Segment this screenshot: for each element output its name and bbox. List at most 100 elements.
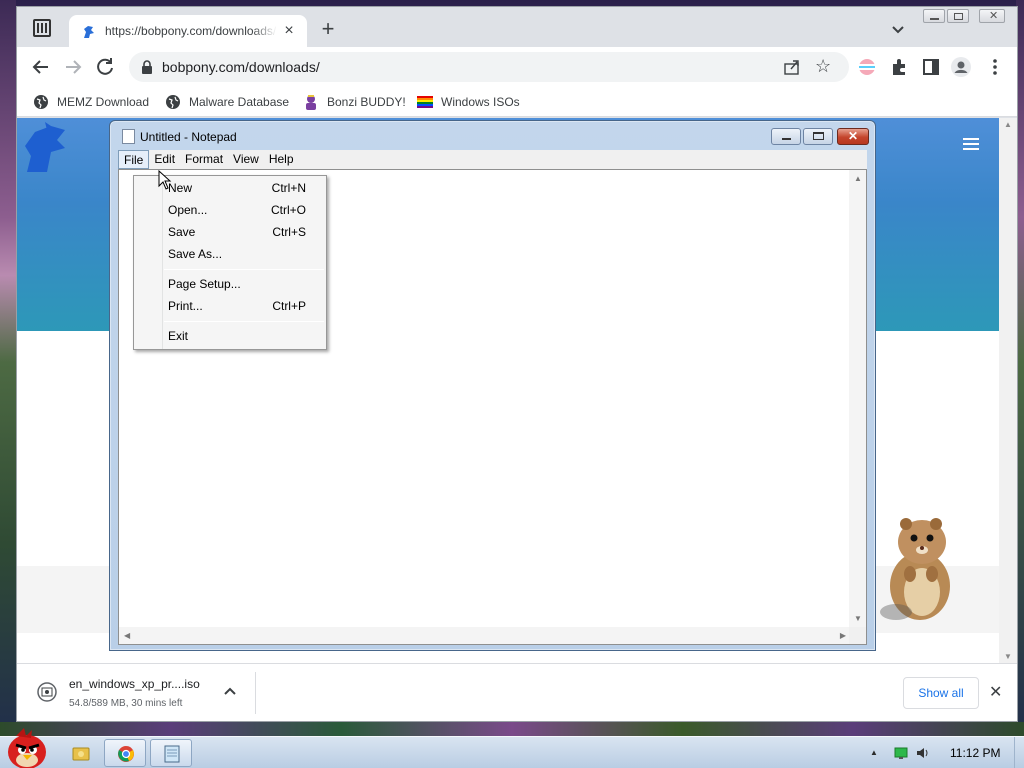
- chevron-down-icon[interactable]: [889, 23, 907, 37]
- scroll-up-icon[interactable]: ▲: [1004, 120, 1012, 129]
- restore-button[interactable]: [947, 9, 969, 23]
- close-window-button[interactable]: ✕: [979, 9, 1005, 23]
- tab-bobpony[interactable]: https://bobpony.com/downloads/ ×: [69, 15, 307, 47]
- address-bar[interactable]: bobpony.com/downloads/ ☆: [129, 52, 849, 82]
- scroll-right-icon[interactable]: ▶: [840, 631, 846, 640]
- new-tab-button[interactable]: +: [317, 18, 339, 41]
- menu-item-save-as[interactable]: Save As...: [134, 243, 326, 265]
- menu-item-label: Print...: [168, 299, 203, 313]
- menu-edit[interactable]: Edit: [149, 150, 180, 169]
- bobpony-logo-icon[interactable]: [21, 122, 69, 174]
- toolbar: bobpony.com/downloads/ ☆: [17, 47, 1017, 87]
- menu-separator: [164, 269, 324, 270]
- notepad-minimize-button[interactable]: [771, 128, 801, 145]
- show-desktop-button[interactable]: [1014, 737, 1024, 768]
- notepad-maximize-button[interactable]: [803, 128, 833, 145]
- more-menu-icon[interactable]: [985, 57, 1005, 77]
- notepad-menubar: File Edit Format View Help: [118, 150, 867, 169]
- menu-file[interactable]: File: [118, 150, 150, 169]
- chrome-icon: [118, 746, 134, 762]
- rainbow-flag-icon: [417, 96, 433, 108]
- extensions-puzzle-icon[interactable]: [889, 57, 909, 77]
- tab-search-icon[interactable]: [33, 19, 51, 37]
- menu-item-shortcut: Ctrl+O: [270, 203, 306, 217]
- bookmark-bonzi[interactable]: Bonzi BUDDY!: [303, 93, 406, 111]
- menu-item-page-setup[interactable]: Page Setup...: [134, 273, 326, 295]
- tray-expand-icon[interactable]: ▲: [870, 748, 878, 757]
- bookmark-windows-isos[interactable]: Windows ISOs: [417, 93, 520, 111]
- scroll-up-icon[interactable]: ▲: [854, 174, 862, 183]
- explorer-folder-icon: [72, 747, 90, 761]
- menu-item-exit[interactable]: Exit: [134, 325, 326, 347]
- notepad-title: Untitled - Notepad: [140, 130, 237, 144]
- menu-item-save[interactable]: Save Ctrl+S: [134, 221, 326, 243]
- network-icon[interactable]: [894, 746, 908, 760]
- profile-flag-extension-icon[interactable]: [857, 57, 877, 77]
- menu-view[interactable]: View: [228, 150, 264, 169]
- menu-item-label: Exit: [168, 329, 189, 343]
- bookmark-label: Windows ISOs: [441, 95, 520, 109]
- menu-item-print[interactable]: Print... Ctrl+P: [134, 295, 326, 317]
- back-arrow-icon[interactable]: [29, 55, 53, 79]
- bobpony-favicon-icon: [84, 26, 94, 38]
- menu-item-shortcut: Ctrl+N: [271, 181, 306, 195]
- profile-avatar-icon[interactable]: [951, 57, 971, 77]
- reload-icon[interactable]: [93, 55, 117, 79]
- download-filename[interactable]: en_windows_xp_pr....iso: [69, 677, 200, 691]
- menu-item-open[interactable]: Open... Ctrl+O: [134, 199, 326, 221]
- notepad-horizontal-scrollbar[interactable]: ◀ ▶: [119, 627, 851, 644]
- bookmark-star-icon[interactable]: ☆: [815, 56, 831, 77]
- taskbar: ▲ 11:12 PM: [0, 736, 1024, 768]
- download-status: 54.8/589 MB, 30 mins left: [69, 698, 183, 709]
- scrollbar-corner: [849, 627, 866, 644]
- system-clock[interactable]: 11:12 PM: [950, 746, 1000, 760]
- bookmark-label: Bonzi BUDDY!: [327, 95, 406, 109]
- bookmark-malware-db[interactable]: Malware Database: [165, 93, 289, 111]
- side-panel-icon[interactable]: [921, 57, 941, 77]
- lock-icon[interactable]: [141, 60, 153, 74]
- iso-file-icon[interactable]: [37, 680, 57, 704]
- tab-strip: https://bobpony.com/downloads/ × + ✕: [17, 7, 1017, 47]
- scroll-down-icon[interactable]: ▼: [1004, 652, 1012, 661]
- close-download-shelf-icon[interactable]: ✕: [989, 682, 1002, 702]
- menu-format[interactable]: Format: [180, 150, 228, 169]
- taskbar-notepad[interactable]: [150, 739, 192, 767]
- notepad-vertical-scrollbar[interactable]: ▲ ▼: [849, 170, 866, 627]
- forward-arrow-icon[interactable]: [61, 55, 85, 79]
- hamburger-menu-icon[interactable]: [963, 138, 979, 150]
- tab-close-icon[interactable]: ×: [279, 21, 299, 41]
- menu-help[interactable]: Help: [264, 150, 299, 169]
- url-text[interactable]: bobpony.com/downloads/: [162, 59, 320, 75]
- divider: [255, 672, 256, 714]
- download-shelf: en_windows_xp_pr....iso 54.8/589 MB, 30 …: [17, 663, 1017, 721]
- close-icon: ✕: [847, 129, 859, 143]
- show-all-button[interactable]: Show all: [903, 677, 979, 709]
- taskbar-explorer[interactable]: [60, 739, 102, 767]
- menu-item-label: Save As...: [168, 247, 223, 261]
- volume-icon[interactable]: [916, 746, 930, 760]
- menu-item-label: Save: [168, 225, 196, 239]
- menu-item-shortcut: Ctrl+S: [272, 225, 306, 239]
- notepad-titlebar[interactable]: Untitled - Notepad ✕: [110, 121, 875, 149]
- globe-icon: [34, 95, 48, 109]
- bookmark-label: MEMZ Download: [57, 95, 150, 109]
- share-icon[interactable]: [783, 58, 801, 76]
- desktop-wallpaper-left: [0, 0, 16, 725]
- notepad-close-button[interactable]: ✕: [837, 128, 869, 145]
- globe-icon: [166, 95, 180, 109]
- start-button-icon[interactable]: [4, 726, 50, 768]
- chevron-up-icon[interactable]: [223, 686, 237, 696]
- taskbar-chrome[interactable]: [104, 739, 146, 767]
- page-scrollbar[interactable]: ▲ ▼: [999, 118, 1017, 663]
- bonzi-icon: [306, 95, 316, 110]
- minimize-button[interactable]: [923, 9, 945, 23]
- bookmark-memz[interactable]: MEMZ Download: [33, 93, 149, 111]
- desktop-wallpaper-bottom: [0, 722, 1024, 736]
- notepad-icon: [122, 129, 135, 144]
- scroll-left-icon[interactable]: ◀: [124, 631, 130, 640]
- scroll-down-icon[interactable]: ▼: [854, 614, 862, 623]
- hamster-buddy-icon[interactable]: [876, 512, 962, 624]
- menu-item-label: Open...: [168, 203, 208, 217]
- menu-item-shortcut: Ctrl+P: [272, 299, 306, 313]
- notepad-icon: [164, 745, 180, 763]
